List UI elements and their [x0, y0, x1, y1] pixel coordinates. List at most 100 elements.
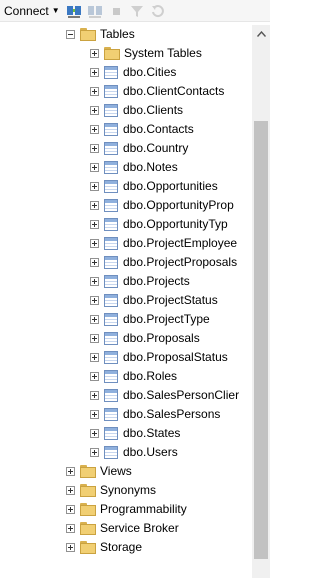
stop-icon[interactable]: [108, 3, 124, 19]
expand-toggle-icon[interactable]: [90, 334, 99, 343]
collapse-toggle-icon[interactable]: [66, 30, 75, 39]
scrollbar-thumb[interactable]: [254, 121, 268, 559]
expand-toggle-icon[interactable]: [90, 410, 99, 419]
table-icon: [104, 256, 118, 269]
tree-node-table[interactable]: dbo.Projects: [90, 272, 190, 291]
folder-icon: [104, 47, 120, 60]
expand-toggle-icon[interactable]: [90, 125, 99, 134]
expand-toggle-icon[interactable]: [90, 49, 99, 58]
tree-node-table[interactable]: dbo.SalesPersons: [90, 405, 220, 424]
expand-toggle-icon[interactable]: [90, 68, 99, 77]
tree-node-label: dbo.Contacts: [123, 122, 194, 136]
table-icon: [104, 142, 118, 155]
expand-toggle-icon[interactable]: [90, 87, 99, 96]
tree-node-table[interactable]: dbo.Country: [90, 139, 188, 158]
table-icon: [104, 389, 118, 402]
tree-node-table[interactable]: dbo.States: [90, 424, 180, 443]
refresh-icon[interactable]: [150, 3, 166, 19]
tree-node-synonyms[interactable]: Synonyms: [66, 481, 156, 500]
expand-toggle-icon[interactable]: [66, 486, 75, 495]
tree-node-table[interactable]: dbo.Clients: [90, 101, 183, 120]
tree-node-table[interactable]: dbo.ClientContacts: [90, 82, 224, 101]
tree-node-table[interactable]: dbo.ProposalStatus: [90, 348, 228, 367]
expand-toggle-icon[interactable]: [66, 543, 75, 552]
tree-node-label: dbo.ProjectProposals: [123, 255, 238, 269]
expand-toggle-icon[interactable]: [90, 258, 99, 267]
tree-node-label: dbo.Country: [123, 141, 189, 155]
expand-toggle-icon[interactable]: [66, 505, 75, 514]
tree-node-label: dbo.OpportunityProp: [123, 198, 234, 212]
tree-node-label: dbo.ProjectStatus: [123, 293, 218, 307]
tree-node-table[interactable]: dbo.Cities: [90, 63, 176, 82]
table-icon: [104, 408, 118, 421]
tree-node-table[interactable]: dbo.ProjectType: [90, 310, 210, 329]
expand-toggle-icon[interactable]: [90, 144, 99, 153]
tree-node-label: dbo.Clients: [123, 103, 184, 117]
tree-node-views[interactable]: Views: [66, 462, 132, 481]
expand-toggle-icon[interactable]: [90, 296, 99, 305]
tree-node-label: dbo.Proposals: [123, 331, 200, 345]
scroll-up-icon[interactable]: [252, 25, 270, 43]
tree-node-storage[interactable]: Storage: [66, 538, 142, 557]
object-explorer-toolbar: Connect ▼: [0, 0, 270, 22]
tree-node-service-broker[interactable]: Service Broker: [66, 519, 179, 538]
disconnect-icon[interactable]: [87, 3, 103, 19]
table-icon: [104, 104, 118, 117]
tree-node-label: Views: [100, 464, 132, 478]
expand-toggle-icon[interactable]: [90, 315, 99, 324]
table-icon: [104, 180, 118, 193]
tree-node-label: dbo.SalesPersons: [123, 407, 221, 421]
expand-toggle-icon[interactable]: [90, 277, 99, 286]
tree-node-label: dbo.SalesPersonClier: [123, 388, 240, 402]
expand-toggle-icon[interactable]: [66, 524, 75, 533]
folder-icon: [80, 28, 96, 41]
tree-node-system-tables[interactable]: System Tables: [90, 44, 202, 63]
tree-node-table[interactable]: dbo.Users: [90, 443, 178, 462]
tree-node-table[interactable]: dbo.ProjectProposals: [90, 253, 237, 272]
tree-node-table[interactable]: dbo.SalesPersonClier: [90, 386, 239, 405]
tree-node-label: Synonyms: [100, 483, 157, 497]
tree-node-label: dbo.Users: [123, 445, 178, 459]
expand-toggle-icon[interactable]: [90, 106, 99, 115]
vertical-scrollbar[interactable]: [252, 25, 270, 578]
expand-toggle-icon[interactable]: [90, 353, 99, 362]
tree-node-label: dbo.Cities: [123, 65, 177, 79]
tree-node-table[interactable]: dbo.OpportunityTyp: [90, 215, 228, 234]
tree-node-table[interactable]: dbo.ProjectStatus: [90, 291, 218, 310]
tree-node-tables[interactable]: Tables: [66, 25, 135, 44]
tree-node-table[interactable]: dbo.Contacts: [90, 120, 194, 139]
table-icon: [104, 446, 118, 459]
connect-object-explorer-icon[interactable]: [66, 3, 82, 19]
expand-toggle-icon[interactable]: [90, 448, 99, 457]
filter-icon[interactable]: [129, 3, 145, 19]
table-icon: [104, 237, 118, 250]
tree-node-programmability[interactable]: Programmability: [66, 500, 187, 519]
expand-toggle-icon[interactable]: [90, 163, 99, 172]
expand-toggle-icon[interactable]: [90, 201, 99, 210]
expand-toggle-icon[interactable]: [90, 429, 99, 438]
expand-toggle-icon[interactable]: [90, 391, 99, 400]
expand-toggle-icon[interactable]: [90, 220, 99, 229]
tree-node-table[interactable]: dbo.Proposals: [90, 329, 200, 348]
tree-node-table[interactable]: dbo.OpportunityProp: [90, 196, 234, 215]
chevron-down-icon: ▼: [51, 6, 60, 15]
object-explorer-tree: Tables System Tables dbo.Cities dbo.Clie…: [0, 25, 252, 578]
expand-toggle-icon[interactable]: [90, 372, 99, 381]
tree-node-table[interactable]: dbo.ProjectEmployee: [90, 234, 237, 253]
expand-toggle-icon[interactable]: [66, 467, 75, 476]
tree-node-table[interactable]: dbo.Opportunities: [90, 177, 218, 196]
tree-node-table[interactable]: dbo.Roles: [90, 367, 177, 386]
tree-node-label: System Tables: [124, 46, 202, 60]
connect-button[interactable]: Connect ▼: [4, 4, 60, 18]
tree-node-label: dbo.States: [123, 426, 181, 440]
table-icon: [104, 351, 118, 364]
table-icon: [104, 123, 118, 136]
tree-node-table[interactable]: dbo.Notes: [90, 158, 178, 177]
expand-toggle-icon[interactable]: [90, 239, 99, 248]
expand-toggle-icon[interactable]: [90, 182, 99, 191]
tree-node-label: dbo.ProjectEmployee: [123, 236, 238, 250]
table-icon: [104, 427, 118, 440]
tree-node-label: dbo.ProjectType: [123, 312, 210, 326]
folder-icon: [80, 522, 96, 535]
folder-icon: [80, 541, 96, 554]
